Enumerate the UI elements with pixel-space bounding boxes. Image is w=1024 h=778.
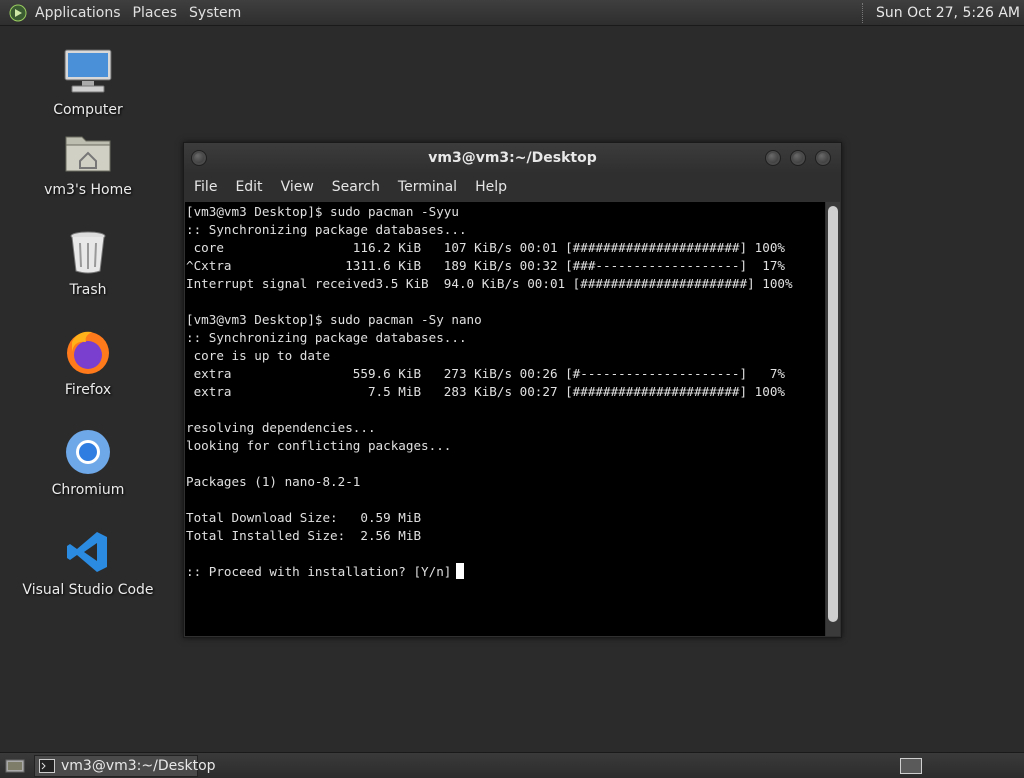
terminal-line: Interrupt signal received3.5 KiB 94.0 Ki… [186, 276, 793, 291]
terminal-line: extra 559.6 KiB 273 KiB/s 00:26 [#------… [193, 366, 785, 381]
firefox-icon [62, 326, 114, 378]
terminal-line: core 116.2 KiB 107 KiB/s 00:01 [########… [193, 240, 785, 255]
terminal-line: extra 7.5 MiB 283 KiB/s 00:27 [#########… [193, 384, 785, 399]
desktop-icon-trash[interactable]: Trash [18, 226, 158, 298]
minimize-button[interactable] [765, 150, 781, 166]
menu-search[interactable]: Search [323, 179, 389, 195]
terminal-icon [39, 758, 55, 773]
terminal-window[interactable]: vm3@vm3:~/Desktop File Edit View Search … [183, 142, 842, 638]
desktop-icon-label: vm3's Home [44, 182, 132, 198]
desktop-icon-chromium[interactable]: Chromium [18, 426, 158, 498]
terminal-line: [vm3@vm3 Desktop]$ sudo pacman -Sy nano [186, 312, 482, 327]
desktop-icon-label: Trash [69, 282, 107, 298]
terminal-line: resolving dependencies... [186, 420, 376, 435]
terminal-line: :: Synchronizing package databases... [186, 222, 467, 237]
desktop-icon-computer[interactable]: Computer [18, 46, 158, 118]
vscode-icon [62, 526, 114, 578]
terminal-menubar: File Edit View Search Terminal Help [184, 173, 841, 201]
desktop-icon-label: Chromium [51, 482, 125, 498]
menu-help[interactable]: Help [466, 179, 516, 195]
menu-edit[interactable]: Edit [226, 179, 271, 195]
terminal-line: Packages (1) nano-8.2-1 [186, 474, 361, 489]
menu-view[interactable]: View [272, 179, 323, 195]
maximize-button[interactable] [790, 150, 806, 166]
text-cursor [456, 563, 465, 579]
scrollbar-thumb[interactable] [828, 206, 838, 622]
applications-menu[interactable]: Applications [33, 5, 129, 21]
terminal-line: core is up to date [193, 348, 331, 363]
desktop-icon-label: Firefox [64, 382, 112, 398]
terminal-output[interactable]: [vm3@vm3 Desktop]$ sudo pacman -Syyu :: … [185, 202, 825, 636]
desktop-icon-firefox[interactable]: Firefox [18, 326, 158, 398]
close-button[interactable] [815, 150, 831, 166]
window-title: vm3@vm3:~/Desktop [428, 150, 597, 166]
top-panel: Applications Places System Sun Oct 27, 5… [0, 0, 1024, 26]
taskbar-button-label: vm3@vm3:~/Desktop [61, 757, 216, 774]
terminal-text: [vm3@vm3 Desktop]$ sudo pacman -Syyu :: … [185, 202, 825, 581]
places-menu[interactable]: Places [129, 5, 186, 21]
main-menu-logo-icon[interactable] [8, 3, 28, 23]
desktop-icon-label: Computer [53, 102, 123, 118]
terminal-scrollbar[interactable] [826, 202, 840, 636]
menu-file[interactable]: File [184, 179, 226, 195]
show-desktop-icon[interactable] [4, 757, 26, 775]
window-titlebar[interactable]: vm3@vm3:~/Desktop [184, 143, 841, 173]
terminal-line: looking for conflicting packages... [186, 438, 452, 453]
menu-terminal[interactable]: Terminal [389, 179, 466, 195]
system-menu[interactable]: System [185, 5, 249, 21]
terminal-line: :: Synchronizing package databases... [186, 330, 467, 345]
terminal-line: Total Installed Size: 2.56 MiB [186, 528, 422, 543]
terminal-prompt: :: Proceed with installation? [Y/n] [186, 564, 452, 579]
desktop-icon-vscode[interactable]: Visual Studio Code [18, 526, 158, 598]
desktop-icon-label: Visual Studio Code [22, 582, 154, 598]
terminal-line: [vm3@vm3 Desktop]$ sudo pacman -Syyu [186, 204, 459, 219]
taskbar-terminal-button[interactable]: vm3@vm3:~/Desktop [34, 754, 216, 777]
computer-icon [62, 46, 114, 98]
workspace-switcher[interactable] [900, 757, 922, 774]
desktop-icon-home[interactable]: vm3's Home [18, 126, 158, 198]
terminal-line: Total Download Size: 0.59 MiB [186, 510, 422, 525]
clock[interactable]: Sun Oct 27, 5:26 AM [876, 5, 1024, 21]
terminal-line: ^Cxtra 1311.6 KiB 189 KiB/s 00:32 [###--… [186, 258, 785, 273]
panel-separator [862, 2, 866, 23]
trash-icon [62, 226, 114, 278]
bottom-panel: vm3@vm3:~/Desktop [0, 752, 1024, 778]
home-folder-icon [62, 126, 114, 178]
chromium-icon [62, 426, 114, 478]
